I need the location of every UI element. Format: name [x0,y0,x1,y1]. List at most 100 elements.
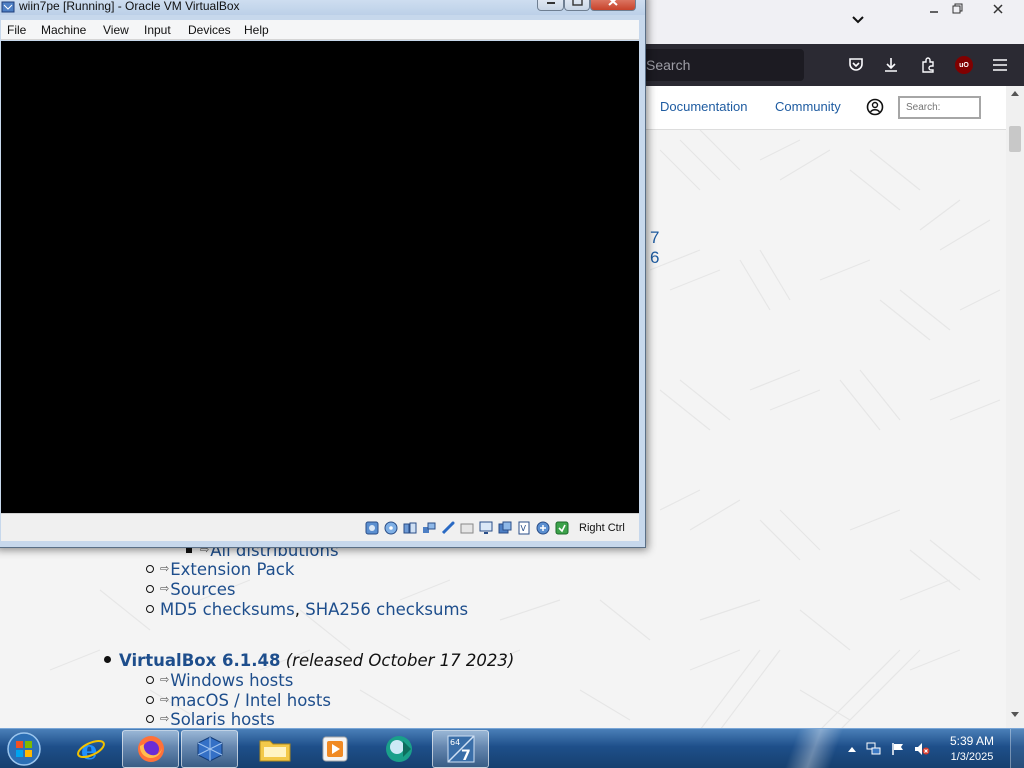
link-macos-hosts[interactable]: macOS / Intel hosts [170,691,331,710]
virtualbox-app-icon [1,1,15,13]
menu-icon[interactable] [990,55,1010,75]
firefox-icon [137,736,164,762]
downloads-icon[interactable] [881,55,901,75]
taskbar-app[interactable] [370,730,427,768]
list-item: ⇨Solaris hosts [146,710,275,728]
clock-date[interactable]: 1/3/2025 [942,751,1002,763]
action-center-flag-icon[interactable] [890,741,906,757]
network-icon[interactable] [422,521,436,535]
browser-close-button[interactable] [978,0,1018,18]
svg-text:V: V [521,524,527,533]
start-button[interactable] [4,730,44,768]
list-item: ⇨Extension Pack [146,560,294,579]
host-key-icon[interactable] [555,521,569,535]
media-player-icon [322,736,347,762]
svg-text:7: 7 [461,748,471,764]
chevron-up-icon [848,747,856,752]
usb-icon[interactable] [441,521,455,535]
menu-input[interactable]: Input [144,23,171,37]
optical-drive-icon[interactable] [384,521,398,535]
scrollbar-thumb[interactable] [1009,126,1021,152]
bullet-circle [146,714,154,723]
vm-titlebar[interactable]: wiin7pe [Running] - Oracle VM VirtualBox [0,0,645,15]
external-link-icon: ⇨ [160,712,170,725]
audio-icon[interactable] [403,521,417,535]
menu-devices[interactable]: Devices [188,23,231,37]
list-item: ⇨macOS / Intel hosts [146,691,331,710]
svg-text:64: 64 [450,738,460,747]
menu-help[interactable]: Help [244,23,269,37]
link-sha256-checksums[interactable]: SHA256 checksums [305,600,468,619]
list-item: VirtualBox 6.1.48 (released October 17 2… [104,651,514,670]
bullet-disc [104,656,111,663]
internet-explorer-icon: e [76,736,105,765]
external-link-icon: ⇨ [160,693,170,706]
pocket-icon[interactable] [846,55,866,75]
list-item: MD5 checksums, SHA256 checksums [146,600,468,619]
bullet-circle [146,564,154,573]
vm-display[interactable] [1,41,639,513]
menu-file[interactable]: File [7,23,26,37]
mouse-integration-icon[interactable] [536,521,550,535]
network-tray-icon[interactable] [866,741,882,757]
clock-time[interactable]: 5:39 AM [942,734,1002,748]
vm-statusbar: V Right Ctrl [1,513,639,541]
list-item: ⇨Windows hosts [146,671,293,690]
release-note: (released October 17 2023) [285,651,515,670]
menu-machine[interactable]: Machine [41,23,86,37]
browser-restore-button[interactable] [938,0,978,18]
show-hidden-icons-button[interactable] [844,741,860,757]
link-release-6-1-48[interactable]: VirtualBox 6.1.48 [119,651,280,670]
taskbar-internet-explorer[interactable]: e [62,730,119,768]
page-scrollbar[interactable] [1006,86,1024,728]
taskbar-firefox[interactable] [122,730,179,768]
taskbar-vm-instance[interactable]: 64 7 [432,730,489,768]
close-icon [608,0,618,6]
vm-maximize-button[interactable] [564,0,590,11]
virtualization-engine-icon[interactable]: V [517,521,531,535]
list-item: ⇨Sources [146,580,236,599]
taskbar: e 64 7 5:39 AM 1/3/2025 [0,728,1024,768]
hard-disk-icon[interactable] [365,521,379,535]
restore-icon [952,3,963,14]
ublock-origin-icon[interactable]: uO [954,55,974,75]
virtualbox-icon [197,736,222,762]
separator-comma: , [294,600,300,619]
folder-icon [259,740,290,762]
messenger-icon [385,736,412,762]
link-windows-hosts[interactable]: Windows hosts [170,671,293,690]
windows-logo-icon [7,732,41,766]
display-icon[interactable] [479,521,493,535]
external-link-icon: ⇨ [160,562,170,575]
show-desktop-button[interactable] [1010,729,1024,768]
scroll-down-icon[interactable] [1011,712,1019,718]
vm-menubar: File Machine View Input Devices Help [1,20,639,40]
shared-folders-icon[interactable] [460,521,474,535]
vm-close-button[interactable] [590,0,636,11]
menu-view[interactable]: View [103,23,129,37]
taskbar-media-player[interactable] [306,730,363,768]
close-icon [993,4,1003,14]
link-md5-checksums[interactable]: MD5 checksums [160,600,295,619]
bullet-circle [146,695,154,704]
link-extension-pack[interactable]: Extension Pack [170,560,294,579]
virtualbox-vm-window: wiin7pe [Running] - Oracle VM VirtualBox… [0,0,646,548]
vm-windows7-icon: 64 7 [446,735,475,764]
taskbar-file-explorer[interactable] [246,730,303,768]
list-all-tabs-icon[interactable] [850,12,866,28]
video-capture-icon[interactable] [498,521,512,535]
external-link-icon: ⇨ [160,582,170,595]
bullet-circle [146,584,154,593]
link-solaris-hosts[interactable]: Solaris hosts [170,710,275,728]
extensions-icon[interactable] [918,55,938,75]
browser-search-field[interactable]: Search [640,49,804,81]
taskbar-virtualbox[interactable] [181,730,238,768]
external-link-icon: ⇨ [160,673,170,686]
host-key-label: Right Ctrl [579,522,625,534]
scroll-up-icon[interactable] [1011,90,1019,96]
maximize-icon [571,0,583,6]
vm-minimize-button[interactable] [537,0,564,11]
volume-muted-icon[interactable] [914,741,930,757]
link-sources[interactable]: Sources [170,580,235,599]
bullet-circle [146,604,154,613]
